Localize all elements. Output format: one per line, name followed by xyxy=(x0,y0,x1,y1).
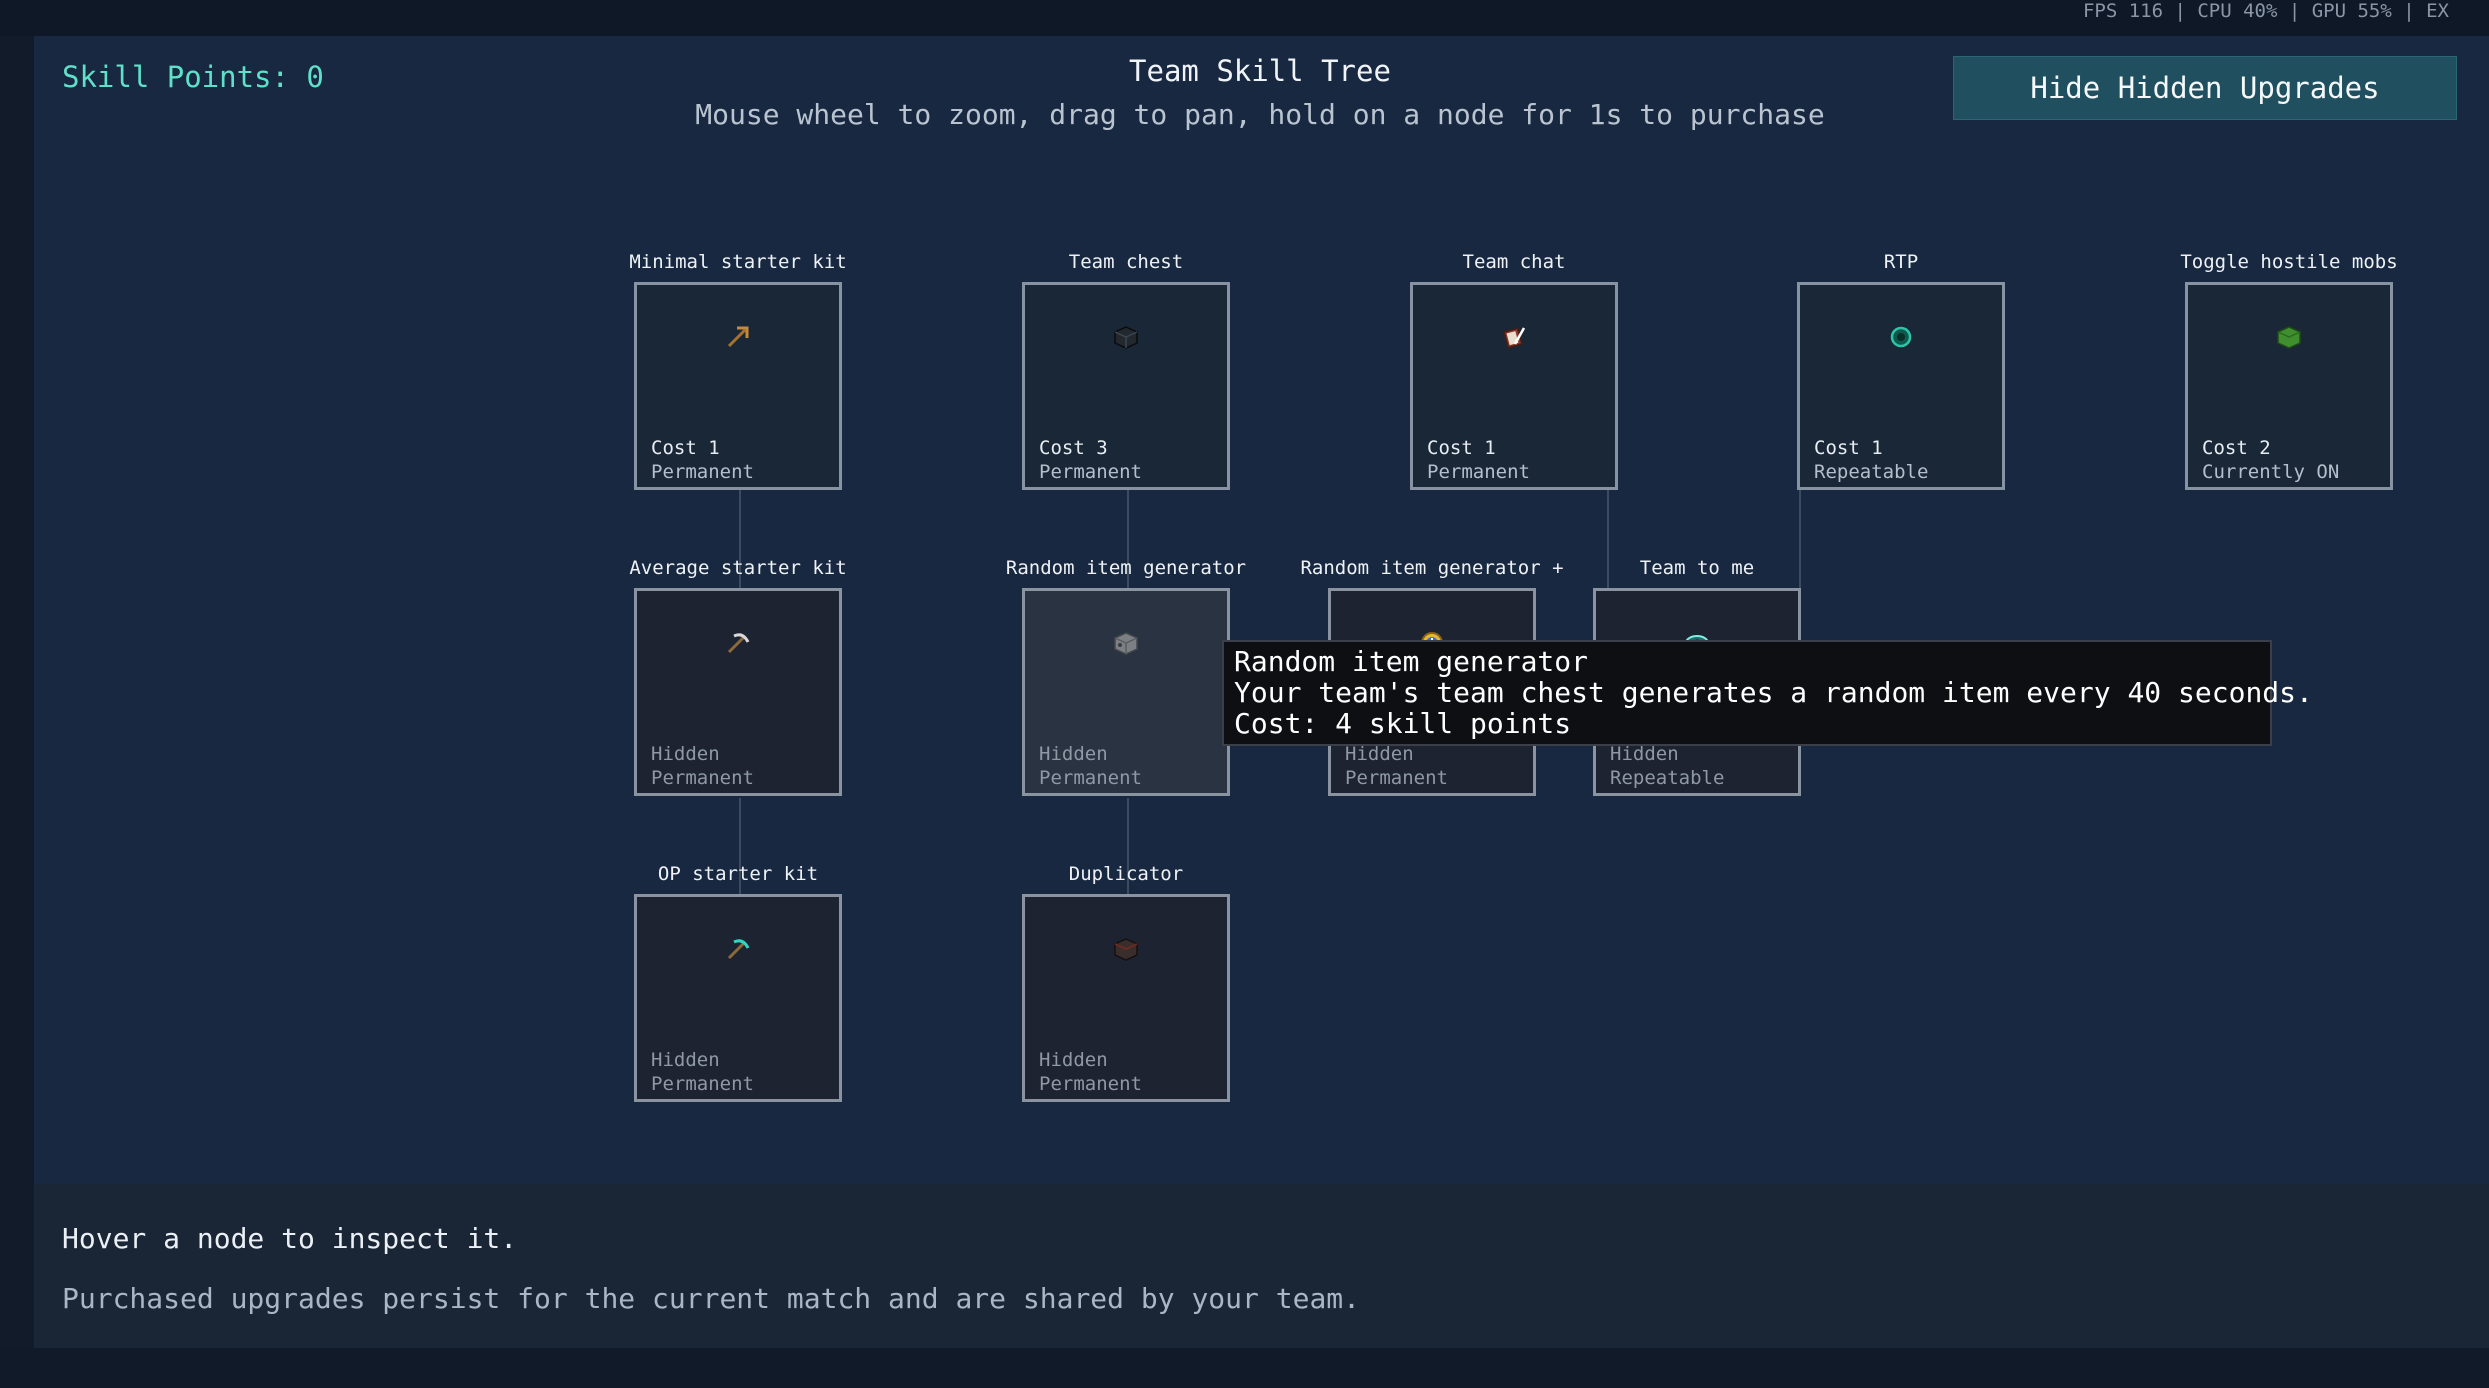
node-label: RTP xyxy=(1883,251,1919,273)
skill-node-average-starter-kit[interactable]: Hidden Permanent xyxy=(634,588,842,796)
book-and-quill-icon xyxy=(1499,322,1529,352)
creeper-head-icon xyxy=(2274,322,2304,352)
node-label: Random item generator xyxy=(1005,557,1247,579)
ender-chest-icon xyxy=(1111,322,1141,352)
skill-node-team-chat[interactable]: Cost 1 Permanent xyxy=(1410,282,1618,490)
hide-hidden-upgrades-button[interactable]: Hide Hidden Upgrades xyxy=(1953,56,2457,120)
node-type: Permanent xyxy=(651,767,754,789)
skill-node-toggle-hostile-mobs[interactable]: Cost 2 Currently ON xyxy=(2185,282,2393,490)
node-cost: Hidden xyxy=(1610,743,1679,765)
skill-node-duplicator[interactable]: Hidden Permanent xyxy=(1022,894,1230,1102)
node-type: Permanent xyxy=(1039,461,1142,483)
node-label: OP starter kit xyxy=(657,863,819,885)
node-label: Team chest xyxy=(1068,251,1184,273)
node-tooltip: Random item generator Your team's team c… xyxy=(1222,640,2313,746)
node-type: Permanent xyxy=(1345,767,1448,789)
node-cost: Hidden xyxy=(1039,1049,1108,1071)
crafter-block-icon xyxy=(1111,934,1141,964)
tooltip-title: Random item generator xyxy=(1234,645,1589,678)
left-edge xyxy=(0,36,34,1348)
tooltip-cost: Cost: 4 skill points xyxy=(1234,707,1572,740)
diamond-pickaxe-icon xyxy=(723,934,753,964)
node-type: Permanent xyxy=(651,1073,754,1095)
skill-node-team-chest[interactable]: Cost 3 Permanent xyxy=(1022,282,1230,490)
top-status-strip: FPS 116 | CPU 40% | GPU 55% | EX xyxy=(0,0,2489,36)
skill-node-minimal-starter-kit[interactable]: Cost 1 Permanent xyxy=(634,282,842,490)
node-cost: Cost 1 xyxy=(1427,437,1496,459)
skill-tree-canvas[interactable] xyxy=(34,36,2489,1184)
node-cost: Hidden xyxy=(1345,743,1414,765)
node-type: Permanent xyxy=(1039,767,1142,789)
node-cost: Cost 3 xyxy=(1039,437,1108,459)
performance-stats: FPS 116 | CPU 40% | GPU 55% | EX xyxy=(2082,0,2449,22)
tooltip-description: Your team's team chest generates a rando… xyxy=(1234,676,2313,709)
node-label: Average starter kit xyxy=(629,557,847,579)
footer-info: Purchased upgrades persist for the curre… xyxy=(62,1282,1361,1315)
node-cost: Cost 2 xyxy=(2202,437,2271,459)
node-label: Duplicator xyxy=(1068,863,1184,885)
skill-node-random-item-generator[interactable]: Hidden Permanent xyxy=(1022,588,1230,796)
footer-hint: Hover a node to inspect it. xyxy=(62,1222,518,1255)
node-cost: Hidden xyxy=(651,743,720,765)
node-label: Team chat xyxy=(1462,251,1566,273)
node-type: Permanent xyxy=(1427,461,1530,483)
node-label: Team to me xyxy=(1639,557,1755,579)
node-label: Minimal starter kit xyxy=(629,251,847,273)
ender-pearl-icon xyxy=(1886,322,1916,352)
node-type: Permanent xyxy=(651,461,754,483)
node-type: Permanent xyxy=(1039,1073,1142,1095)
info-footer xyxy=(34,1184,2489,1348)
bottom-edge xyxy=(0,1348,2489,1388)
node-type: Repeatable xyxy=(1814,461,1929,483)
node-cost: Cost 1 xyxy=(651,437,720,459)
skill-node-op-starter-kit[interactable]: Hidden Permanent xyxy=(634,894,842,1102)
node-label: Toggle hostile mobs xyxy=(2180,251,2398,273)
wooden-pickaxe-icon xyxy=(723,322,753,352)
node-cost: Cost 1 xyxy=(1814,437,1883,459)
node-type: Repeatable xyxy=(1610,767,1725,789)
node-cost: Hidden xyxy=(651,1049,720,1071)
skill-node-rtp[interactable]: Cost 1 Repeatable xyxy=(1797,282,2005,490)
dispenser-block-icon xyxy=(1111,628,1141,658)
node-cost: Hidden xyxy=(1039,743,1108,765)
iron-pickaxe-icon xyxy=(723,628,753,658)
node-type: Currently ON xyxy=(2202,461,2340,483)
